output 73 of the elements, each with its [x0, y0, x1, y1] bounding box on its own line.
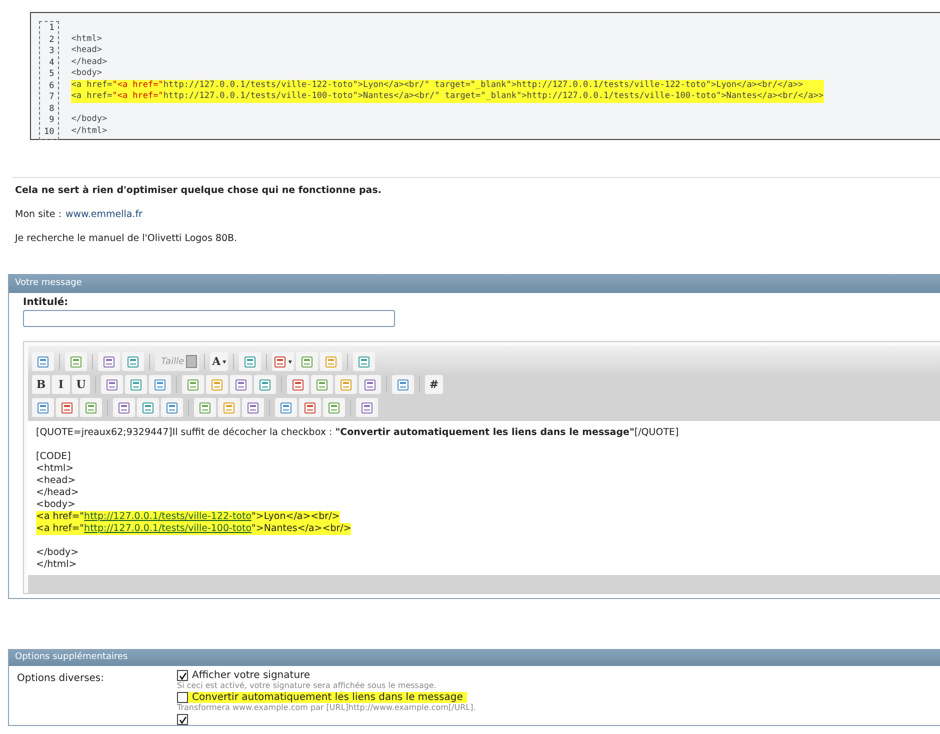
toolbar-icon[interactable]	[359, 375, 381, 394]
toolbar-icon[interactable]	[32, 352, 54, 371]
format-button[interactable]: #	[425, 375, 443, 394]
code-line: </html>	[71, 126, 108, 136]
toolbar-icon[interactable]	[194, 398, 216, 417]
editor-line: <html>	[36, 463, 74, 474]
toolbar-icon[interactable]	[56, 398, 78, 417]
signature-motto: Cela ne sert à rien d'optimiser quelque chose qui ne fonctionne pas.	[15, 185, 382, 196]
option-label: Afficher votre signature	[192, 670, 310, 681]
panel-title: Options supplémentaires	[9, 650, 940, 666]
code-line: <a href="<a href="http://127.0.0.1/tests/ville-100-toto">Nantes</a><br/" target="_blank">http://127.0.0.1/tests/ville-100-toto">Nantes</a><br/</a>>	[71, 91, 824, 101]
code-line: <body>	[71, 68, 102, 78]
toolbar-icon[interactable]	[335, 375, 357, 394]
code-line: </body>	[71, 114, 108, 124]
format-button[interactable]: B	[32, 375, 50, 394]
editor-line: </body>	[36, 547, 79, 558]
toolbar-icon[interactable]	[149, 375, 171, 394]
code-line: </head>	[71, 56, 108, 66]
toolbar-icon[interactable]	[206, 375, 228, 394]
code-line: <head>	[71, 45, 102, 55]
code-line: <a href="<a href="http://127.0.0.1/tests/ville-122-toto">Lyon</a><br/" target="_blank">http://127.0.0.1/tests/ville-122-toto">Lyon</a><br/</a>>	[71, 80, 804, 90]
editor-line: <a href="http://127.0.0.1/tests/ville-100-toto">Nantes</a><br/>	[36, 523, 352, 534]
toolbar-icon[interactable]	[254, 375, 276, 394]
options-label: Options diverses:	[17, 672, 106, 686]
toolbar-icon[interactable]	[356, 398, 378, 417]
checkbox[interactable]	[177, 714, 188, 725]
format-button[interactable]: U	[72, 375, 90, 394]
site-link[interactable]: www.emmella.fr	[65, 209, 142, 220]
panel-title: Votre message	[9, 275, 940, 293]
toolbar-icon[interactable]	[161, 398, 183, 417]
option-hint: Transformera www.example.com par [URL]http://www.example.com[/URL].	[177, 703, 477, 712]
editor-line: <body>	[36, 499, 76, 510]
toolbar-icon[interactable]	[230, 375, 252, 394]
subject-field[interactable]	[23, 310, 395, 327]
editor-line: <head>	[36, 475, 76, 486]
toolbar-icon[interactable]	[242, 398, 264, 417]
toolbar-icon[interactable]	[65, 352, 87, 371]
toolbar-icon[interactable]	[296, 352, 318, 371]
toolbar-icon[interactable]	[353, 352, 376, 371]
toolbar-icon[interactable]	[218, 398, 240, 417]
code-line: <html>	[71, 34, 102, 44]
toolbar-icon[interactable]	[275, 398, 297, 417]
message-textarea[interactable]	[28, 421, 940, 575]
toolbar-icon[interactable]	[299, 398, 321, 417]
line-numbers: 1 2 3 4 5 6 7 8 9 10	[39, 21, 60, 140]
toolbar-icon[interactable]	[80, 398, 102, 417]
toolbar-icon[interactable]	[32, 398, 54, 417]
toolbar-icon[interactable]	[137, 398, 159, 417]
toolbar-icon[interactable]	[101, 375, 123, 394]
toolbar-icon[interactable]	[182, 375, 204, 394]
toolbar-icon[interactable]	[98, 352, 120, 371]
checkbox[interactable]	[177, 692, 188, 703]
toolbar-icon[interactable]	[320, 352, 342, 371]
checkbox[interactable]	[177, 670, 188, 681]
toolbar-icon[interactable]	[113, 398, 135, 417]
editor-line: </html>	[36, 559, 77, 570]
site-label: Mon site :	[15, 209, 62, 220]
editor-line: <a href="http://127.0.0.1/tests/ville-122-toto">Lyon</a><br/>	[36, 511, 340, 522]
toolbar-icon[interactable]	[323, 398, 345, 417]
editor-line: </head>	[36, 487, 79, 498]
subject-label: Intitulé:	[23, 297, 70, 308]
option-label: Convertir automatiquement les liens dans le message	[192, 692, 463, 703]
editor-line: [QUOTE=jreaux62;9329447]Il suffit de décocher la checkbox : "Convertir automatiquement les liens dans le message"[/QUOTE]	[36, 427, 679, 438]
editor-line: [CODE]	[36, 451, 71, 462]
signature-note: Je recherche le manuel de l'Olivetti Logos 80B.	[15, 233, 238, 244]
toolbar-icon[interactable]	[392, 375, 414, 394]
toolbar-icon[interactable]	[122, 352, 144, 371]
toolbar-icon[interactable]	[287, 375, 309, 394]
toolbar-icon[interactable]	[311, 375, 333, 394]
option-hint: Si ceci est activé, votre signature sera affichée sous le message.	[177, 681, 438, 690]
toolbar-icon[interactable]	[239, 352, 262, 371]
format-button[interactable]: I	[52, 375, 70, 394]
toolbar-icon[interactable]	[125, 375, 147, 394]
